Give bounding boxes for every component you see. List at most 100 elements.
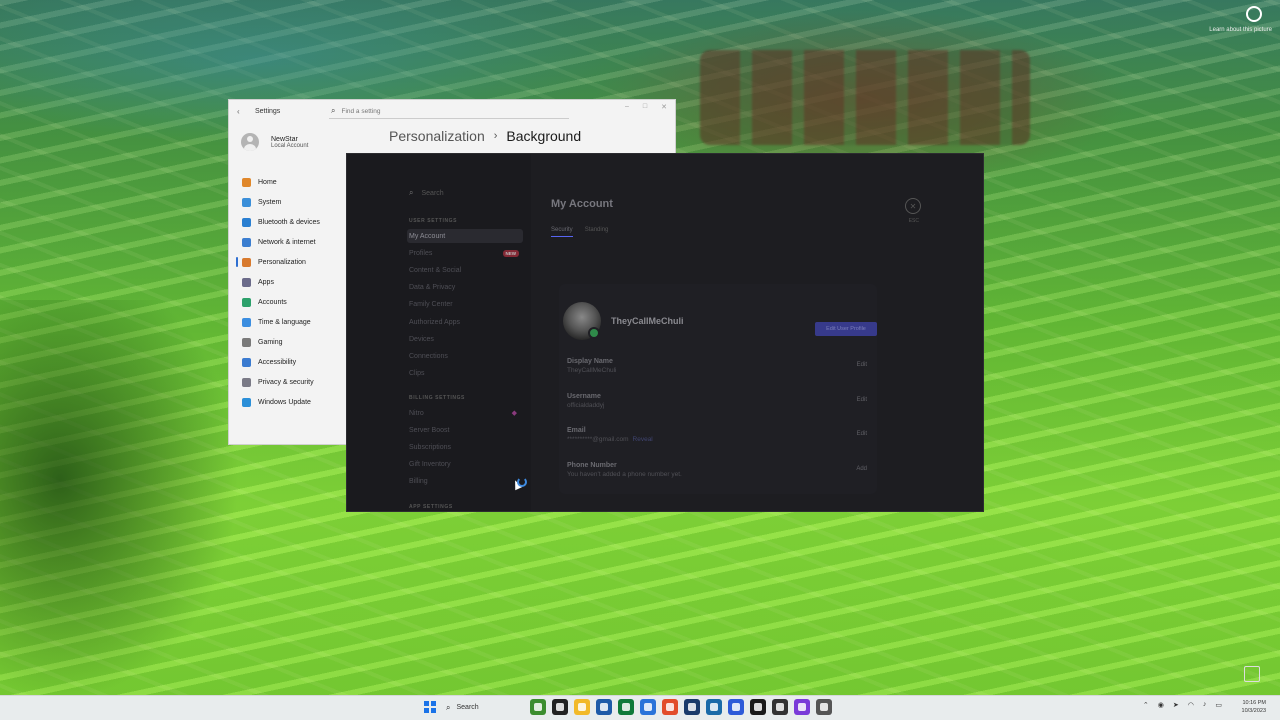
taskbar-app-icon[interactable] <box>750 699 766 715</box>
sidebar-item-my-account[interactable]: My Account <box>407 229 523 243</box>
learn-about-picture-text[interactable]: Learn about this picture <box>1209 26 1272 34</box>
sidebar-item-home[interactable]: Home <box>237 172 347 192</box>
sidebar-item-bluetooth-devices[interactable]: Bluetooth & devices <box>237 212 347 232</box>
profile-header: TheyCallMeChuli <box>563 302 684 340</box>
taskbar-app-icon[interactable] <box>706 699 722 715</box>
nav-icon <box>242 177 251 187</box>
taskbar-app-icon[interactable] <box>552 699 568 715</box>
location-icon[interactable]: ➤ <box>1173 701 1179 709</box>
discord-settings-sidebar: ⌕ Search USER SETTINGS BILLING SETTINGS … <box>347 154 531 511</box>
sidebar-item-family-center[interactable]: Family Center <box>407 298 523 312</box>
sidebar-item-label: Windows Update <box>258 398 311 406</box>
sidebar-item-label: Clips <box>409 370 425 378</box>
recycle-bin-icon[interactable] <box>1244 666 1260 682</box>
taskbar-app-icon[interactable] <box>618 699 634 715</box>
maximize-icon[interactable]: □ <box>643 103 647 111</box>
sidebar-item-personalization[interactable]: Personalization <box>236 252 347 272</box>
new-badge: NEW <box>502 249 519 257</box>
sidebar-item-data-privacy[interactable]: Data & Privacy <box>407 281 523 295</box>
sidebar-item-label: Billing <box>409 478 428 486</box>
taskbar-app-icon[interactable] <box>640 699 656 715</box>
esc-label: ESC <box>908 218 919 224</box>
sidebar-item-clips[interactable]: Clips <box>407 367 523 381</box>
taskbar-app-icon[interactable] <box>728 699 744 715</box>
sidebar-item-windows-update[interactable]: Windows Update <box>237 392 347 412</box>
close-icon[interactable]: ✕ <box>661 103 667 111</box>
wallpaper-village <box>700 50 1030 145</box>
clock-time: 10:16 PM <box>1242 700 1266 706</box>
field-value: TheyCallMeChuli <box>567 367 617 374</box>
field-value-row: **********@gmail.com Reveal <box>567 436 867 443</box>
volume-icon[interactable]: ♪ <box>1203 701 1207 709</box>
online-status-icon <box>588 327 600 339</box>
taskbar-app-icon[interactable] <box>530 699 546 715</box>
learn-about-picture-icon[interactable] <box>1246 6 1262 22</box>
discord-search-placeholder: Search <box>421 189 444 197</box>
settings-user-card[interactable]: NewStar Local Account <box>241 133 308 151</box>
sidebar-item-network-internet[interactable]: Network & internet <box>237 232 347 252</box>
sidebar-item-system[interactable]: System <box>237 192 347 212</box>
settings-search-input[interactable]: ⌕ Find a setting <box>329 104 569 119</box>
chevron-up-icon[interactable]: ⌃ <box>1143 701 1149 709</box>
tab-security[interactable]: Security <box>551 227 573 237</box>
wifi-icon[interactable]: ◠ <box>1188 701 1194 709</box>
sidebar-item-profiles[interactable]: Profiles NEW <box>407 246 523 260</box>
sidebar-item-server-boost[interactable]: Server Boost <box>407 423 523 437</box>
sidebar-item-subscriptions[interactable]: Subscriptions <box>407 440 523 454</box>
nav-icon <box>242 317 251 327</box>
taskbar-clock[interactable]: 10:16 PM 10/3/2023 <box>1242 699 1266 715</box>
sidebar-item-time-language[interactable]: Time & language <box>237 312 347 332</box>
battery-icon[interactable]: ▭ <box>1215 701 1222 709</box>
sidebar-item-label: Subscriptions <box>409 443 452 451</box>
account-field-email: Email **********@gmail.com Reveal Edit <box>567 427 867 457</box>
sidebar-item-gift-inventory[interactable]: Gift Inventory <box>407 458 523 472</box>
taskbar-app-icon[interactable] <box>816 699 832 715</box>
taskbar-app-icon[interactable] <box>772 699 788 715</box>
add-button[interactable]: Add <box>856 466 867 472</box>
taskbar-app-icon[interactable] <box>662 699 678 715</box>
sidebar-item-gaming[interactable]: Gaming <box>237 332 347 352</box>
chevron-right-icon: › <box>493 130 498 142</box>
sidebar-item-authorized-apps[interactable]: Authorized Apps <box>407 315 523 329</box>
sidebar-item-label: Network & internet <box>258 238 316 246</box>
nav-icon <box>242 257 251 267</box>
sidebar-item-apps[interactable]: Apps <box>237 272 347 292</box>
nav-icon <box>242 237 251 247</box>
minimize-icon[interactable]: – <box>625 103 629 111</box>
tab-standing[interactable]: Standing <box>585 227 609 237</box>
sidebar-item-connections[interactable]: Connections <box>407 349 523 363</box>
sidebar-item-billing[interactable]: Billing <box>407 475 523 489</box>
sidebar-item-content-social[interactable]: Content & Social <box>407 263 523 277</box>
sidebar-item-label: Nitro <box>409 409 424 417</box>
avatar[interactable] <box>563 302 601 340</box>
edit-button[interactable]: Edit <box>857 362 867 368</box>
account-field-display-name: Display Name TheyCallMeChuli Edit <box>567 358 867 388</box>
taskbar-apps <box>530 699 832 715</box>
taskbar-app-icon[interactable] <box>574 699 590 715</box>
edit-button[interactable]: Edit <box>857 431 867 437</box>
breadcrumb-parent[interactable]: Personalization <box>389 128 485 144</box>
sidebar-item-nitro[interactable]: Nitro ◆ <box>407 406 523 420</box>
taskbar-app-icon[interactable] <box>794 699 810 715</box>
network-icon[interactable]: ◉ <box>1158 701 1164 709</box>
sidebar-item-devices[interactable]: Devices <box>407 332 523 346</box>
sidebar-item-label: System <box>258 198 282 206</box>
nav-icon <box>242 297 251 307</box>
close-settings-button[interactable]: ✕ <box>905 198 921 214</box>
windows-start-icon[interactable] <box>424 701 436 713</box>
edit-user-profile-button[interactable]: Edit User Profile <box>815 322 877 336</box>
nav-icon <box>242 397 251 407</box>
sidebar-item-label: Privacy & security <box>258 378 314 386</box>
edit-button[interactable]: Edit <box>857 397 867 403</box>
taskbar-search[interactable]: ⌕ Search <box>446 700 526 715</box>
back-arrow-icon[interactable]: ‹ <box>237 107 245 116</box>
sidebar-item-privacy-security[interactable]: Privacy & security <box>237 372 347 392</box>
sidebar-item-accounts[interactable]: Accounts <box>237 292 347 312</box>
reveal-email-link[interactable]: Reveal <box>633 436 653 443</box>
wallpaper-shadow <box>0 300 240 700</box>
taskbar-app-icon[interactable] <box>596 699 612 715</box>
user-name: NewStar <box>271 135 298 143</box>
taskbar-app-icon[interactable] <box>684 699 700 715</box>
sidebar-item-accessibility[interactable]: Accessibility <box>237 352 347 372</box>
discord-search-input[interactable]: ⌕ Search <box>409 188 444 198</box>
